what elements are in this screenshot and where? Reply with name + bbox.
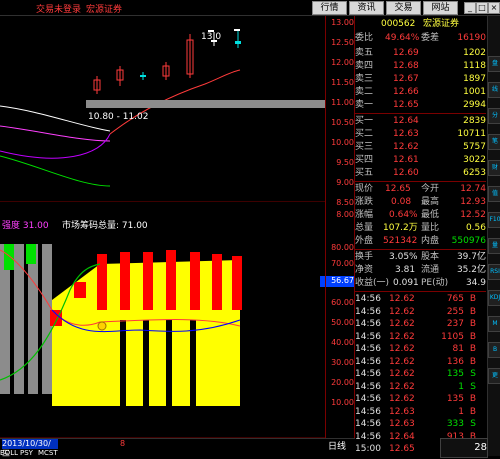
tick-row: 14:56 12.62 765 B [355, 294, 476, 304]
side-tab[interactable]: F10 [488, 212, 500, 228]
menu-quotes[interactable]: 行情 [312, 1, 347, 15]
broker-name: 宏源证券 [86, 5, 123, 15]
sub-y-tick: 70.00 [331, 259, 354, 268]
side-tab[interactable]: 笔 [488, 134, 500, 150]
maximize-icon[interactable]: □ [476, 2, 488, 14]
sub-y-tick: 40.00 [331, 338, 354, 347]
tick-row: 14:56 12.62 135 S [355, 369, 476, 379]
stock-title: 000562 宏源证券 [355, 18, 486, 30]
ask-row[interactable]: 卖五 12.69 1202 [355, 47, 486, 59]
stat-row: 涨幅 0.64% 最低 12.52 [355, 210, 486, 220]
sub-y-tick: 20.00 [331, 378, 354, 387]
chip-distribution-chart[interactable] [0, 230, 325, 438]
side-tab[interactable]: M [488, 316, 500, 332]
tick-row: 14:56 12.62 1105 B [355, 331, 476, 342]
y-tick: 10.00 [331, 138, 354, 147]
tick-row: 14:56 12.62 237 B [355, 319, 476, 329]
stat2-row: 换手 3.05% 股本 39.7亿 [355, 252, 486, 262]
y-tick: 8.50 [336, 198, 354, 207]
menu-news[interactable]: 资讯 [349, 1, 384, 15]
y-tick: 10.50 [331, 118, 354, 127]
sub-y-tick: 80.00 [331, 243, 354, 252]
bottom-bar: 2013/10/30/三 8 日线 BOLL PSY MCST [0, 438, 355, 458]
tick-row: 14:56 12.62 255 B [355, 306, 476, 317]
sub-y-tick: 30.00 [331, 358, 354, 367]
cursor-date: 2013/10/30/三 [2, 439, 58, 458]
tick-list[interactable]: 14:56 12.62 765 B 14:56 12.62 255 B 14:56 12.62 23… [355, 293, 486, 456]
stat2-row: 净资 3.81 流通 35.2亿 [355, 265, 486, 275]
side-tab[interactable]: 线 [488, 82, 500, 98]
stat-row: 现价 12.65 今开 12.74 [355, 184, 486, 194]
mid-band-line [0, 125, 111, 142]
tick-row: 14:56 12.62 1 S [355, 381, 476, 392]
stock-name: 宏源证券 [423, 19, 460, 29]
indicator-header: 强度 31.00 市场筹码总量: 71.00 [0, 218, 325, 231]
ask-row[interactable]: 卖四 12.68 1118 [355, 60, 486, 72]
stat-row: 外盘 521342 内盘 550976 [355, 236, 486, 246]
high-price-label: 13.0 [201, 32, 221, 42]
login-status[interactable]: 交易未登录 [36, 2, 81, 15]
sub-y-tick: 50.00 [331, 318, 354, 327]
sub-y-tick: 60.00 [331, 298, 354, 307]
stat2-row: 收益(一) 0.091 PE(动) 34.9 [355, 278, 486, 288]
menu-website[interactable]: 网站 [423, 1, 458, 15]
side-tab-strip: 盘线分笔财值 F10 量 RSI KDJ M B 更 [487, 16, 500, 456]
bid-row[interactable]: 买二 12.63 10711 [355, 128, 486, 140]
y-tick: 8.00 [336, 210, 354, 219]
side-tab[interactable]: 值 [488, 186, 500, 202]
y-tick: 13.00 [331, 18, 354, 27]
bid-row[interactable]: 买一 12.64 2839 [355, 115, 486, 127]
side-tab[interactable]: B [488, 342, 500, 358]
close-icon[interactable]: × [488, 2, 500, 14]
tick-row: 14:56 12.62 136 B [355, 356, 476, 367]
bid-row[interactable]: 买三 12.62 5757 [355, 141, 486, 153]
lower-band-line [0, 155, 111, 187]
ask-row[interactable]: 卖一 12.65 2994 [355, 99, 486, 111]
side-tab[interactable]: 量 [488, 238, 500, 254]
tick-row: 14:56 12.63 1 B [355, 406, 476, 417]
side-tab[interactable]: KDJ [488, 290, 500, 306]
y-tick: 12.50 [331, 38, 354, 47]
top-bar: 交易未登录 宏源证券 行情 资讯 交易 网站 _ □ × [0, 0, 500, 16]
y-tick: 9.50 [336, 158, 354, 167]
tick-row: 14:56 12.62 81 B [355, 344, 476, 354]
menu-trade[interactable]: 交易 [386, 1, 421, 15]
stat-row: 总量 107.2万 量比 0.56 [355, 223, 486, 233]
y-tick: 11.50 [331, 78, 354, 87]
quote-panel: 000562 宏源证券 委比 49.64% 委差 16190 卖五 12.69 12… [355, 16, 486, 456]
sub-y-tick: 10.00 [331, 398, 354, 407]
side-tab[interactable]: 盘 [488, 56, 500, 72]
y-tick: 12.00 [331, 58, 354, 67]
candlestick-chart[interactable]: 13.0 10.80 - 11.02 [0, 16, 325, 202]
minimize-icon[interactable]: _ [464, 2, 476, 14]
chip-range-label: 10.80 - 11.02 [88, 112, 149, 122]
period-label[interactable]: 日线 [328, 439, 346, 452]
weibi-row: 委比 49.64% 委差 16190 [355, 33, 486, 43]
side-tab[interactable]: 分 [488, 108, 500, 124]
keyboard-wizard[interactable]: 28 [440, 438, 488, 458]
side-tab[interactable]: 财 [488, 160, 500, 176]
bid-row[interactable]: 买四 12.61 3022 [355, 154, 486, 166]
chip-range-bar [86, 100, 325, 108]
y-tick: 11.00 [331, 98, 354, 107]
side-tab[interactable]: RSI [488, 264, 500, 280]
ask-row[interactable]: 卖二 12.66 1001 [355, 86, 486, 98]
side-tab[interactable]: 更 [488, 368, 500, 384]
stat-row: 涨跌 0.08 最高 12.93 [355, 197, 486, 207]
stock-code: 000562 [381, 19, 416, 29]
tick-row: 14:56 12.63 333 S [355, 419, 476, 429]
marker-label: 8 [120, 439, 126, 448]
bid-row[interactable]: 买五 12.60 6253 [355, 167, 486, 179]
tick-row: 14:56 12.62 135 B [355, 394, 476, 404]
y-tick: 9.00 [336, 178, 354, 187]
ask-row[interactable]: 卖三 12.67 1897 [355, 73, 486, 85]
